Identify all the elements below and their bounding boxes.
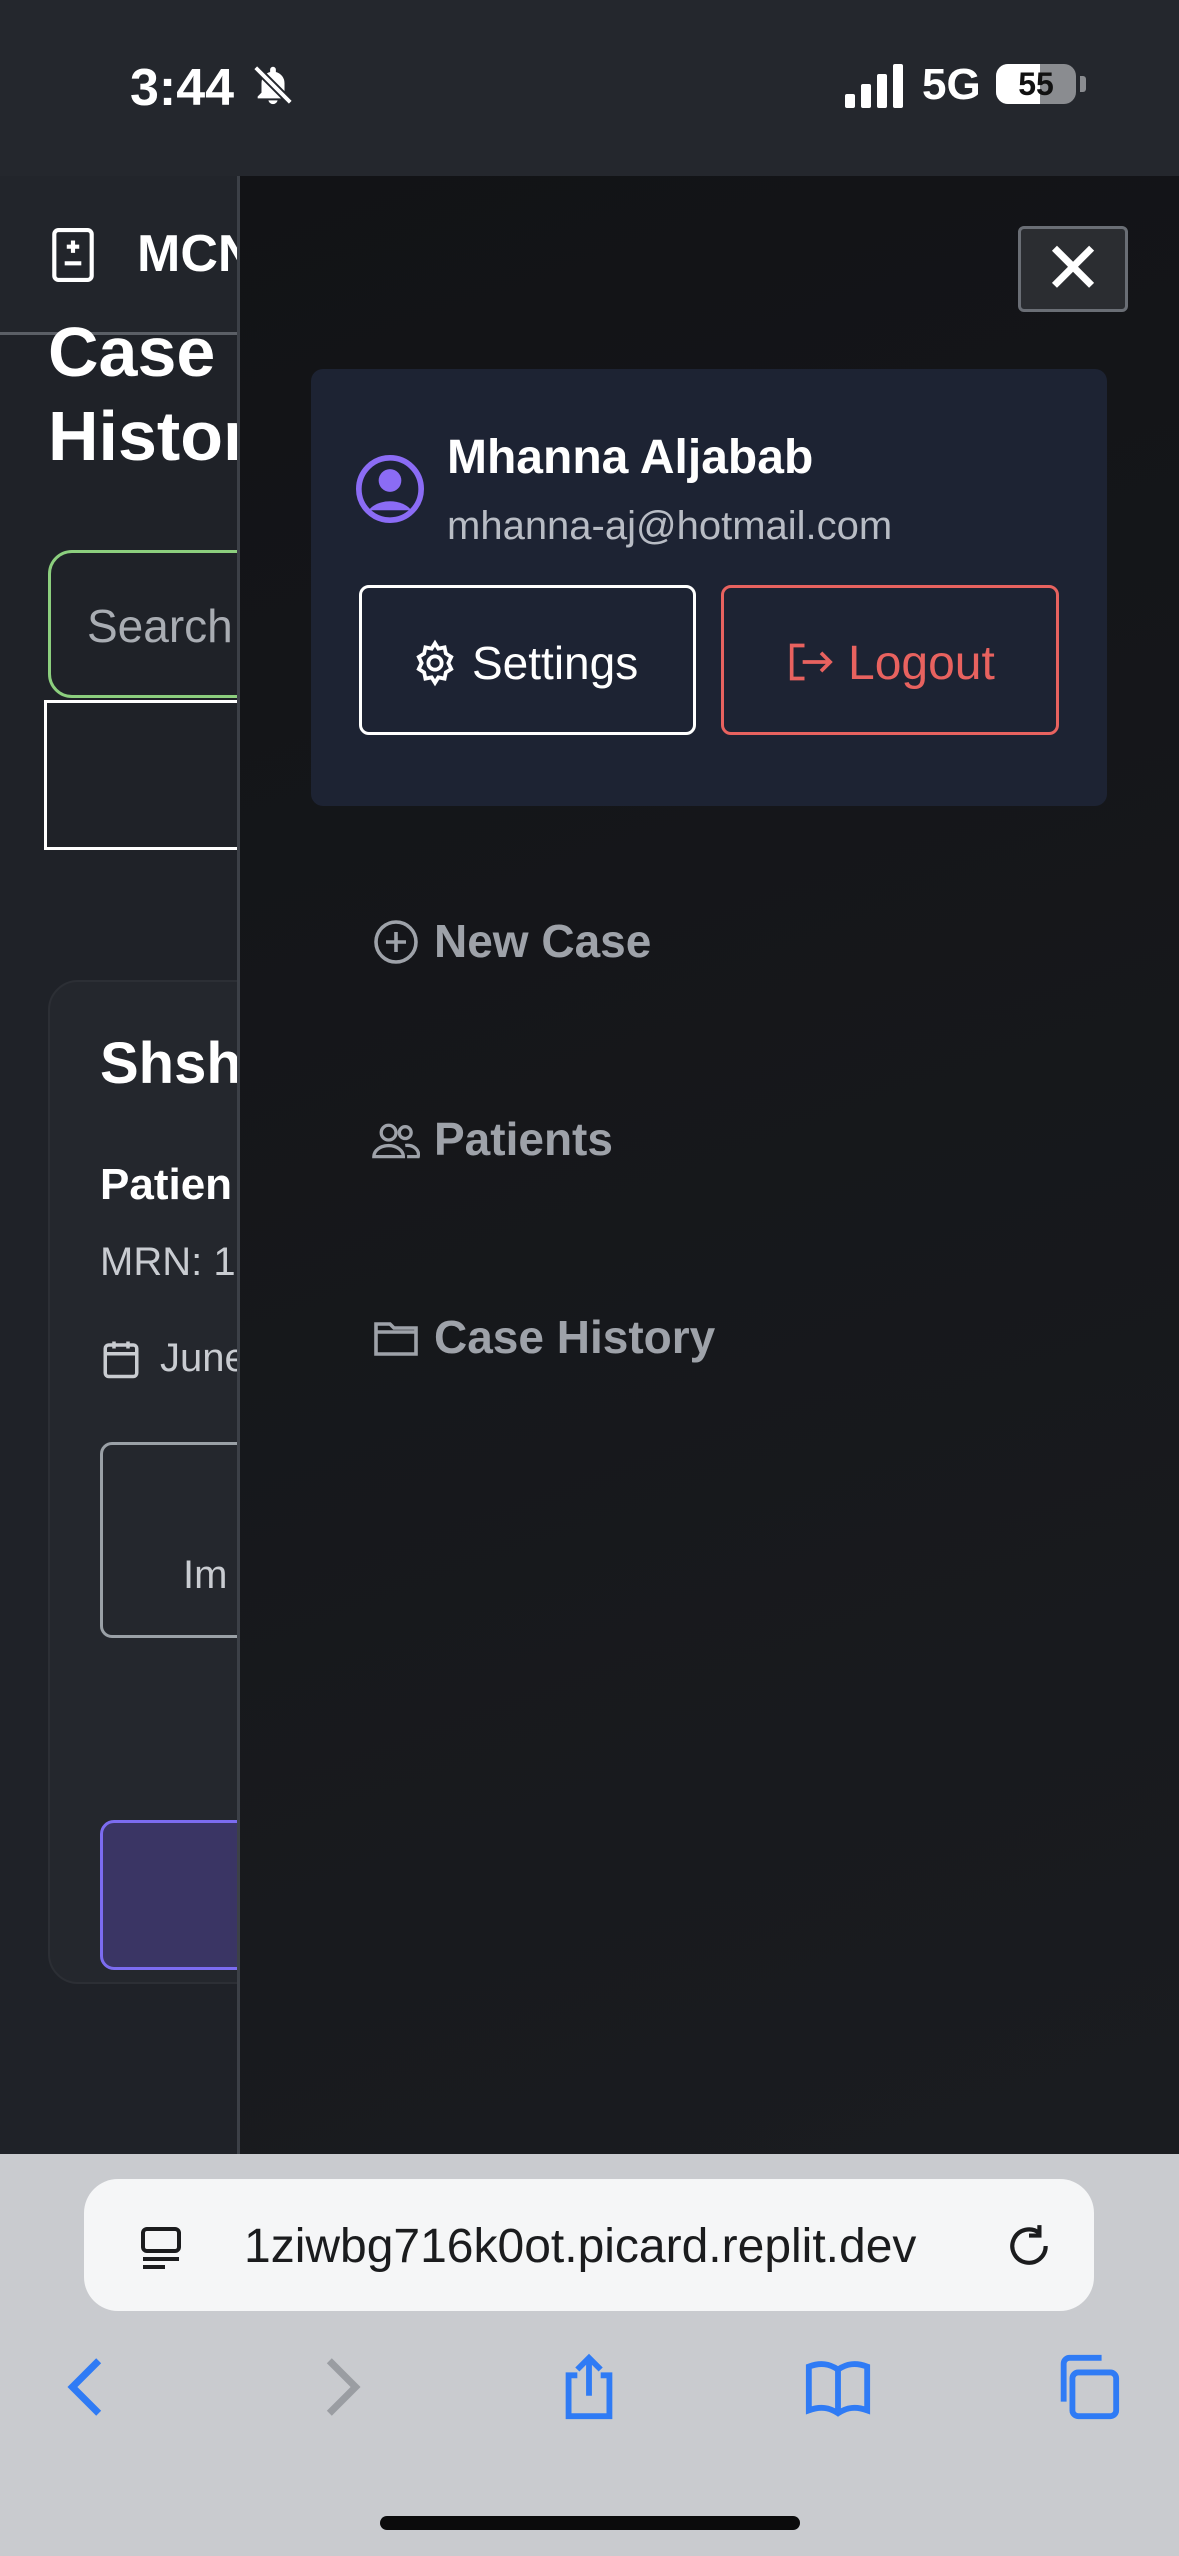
calendar-icon — [103, 1341, 139, 1379]
network-type: 5G — [922, 60, 981, 109]
plus-circle-icon — [374, 920, 418, 964]
back-icon[interactable] — [52, 2352, 122, 2422]
home-indicator — [380, 2516, 800, 2530]
search-placeholder: Search — [87, 600, 233, 652]
settings-label: Settings — [472, 637, 639, 689]
nav-label: Patients — [434, 1113, 613, 1165]
case-image-label: Im — [183, 1553, 228, 1597]
close-button[interactable]: ✕ — [1018, 226, 1128, 312]
forward-icon[interactable] — [306, 2352, 376, 2422]
battery-nub — [1080, 76, 1086, 92]
battery-icon: 55 — [996, 64, 1076, 104]
case-patient-label: Patien — [100, 1160, 233, 1209]
logout-icon — [789, 643, 833, 681]
case-mrn: MRN: 1 — [100, 1240, 236, 1284]
folder-icon — [374, 1322, 418, 1356]
case-date: June — [160, 1336, 247, 1380]
nav-label: New Case — [434, 915, 652, 967]
users-icon — [372, 1123, 420, 1159]
battery-percent: 55 — [1018, 66, 1054, 102]
tabs-icon[interactable] — [1052, 2352, 1122, 2422]
gear-icon — [416, 639, 454, 687]
status-bar: 3:44 5G 55 — [0, 0, 1179, 176]
page-menu-icon[interactable] — [136, 2223, 186, 2271]
case-title: Shsh — [100, 1031, 242, 1096]
user-avatar-icon — [356, 455, 424, 523]
signal-icon — [845, 64, 903, 108]
logout-button[interactable]: Logout — [721, 585, 1059, 735]
status-time: 3:44 — [130, 59, 235, 117]
bell-slash-icon — [253, 65, 293, 105]
url-text[interactable]: 1ziwbg716k0ot.picard.replit.dev — [244, 2219, 916, 2274]
nav-label: Case History — [434, 1311, 716, 1363]
logout-label: Logout — [848, 637, 995, 690]
address-bar[interactable]: 1ziwbg716k0ot.picard.replit.dev — [84, 2179, 1094, 2311]
user-email: mhanna-aj@hotmail.com — [447, 504, 893, 548]
user-name: Mhanna Aljabab — [447, 431, 814, 484]
close-icon: ✕ — [1042, 229, 1104, 309]
settings-button[interactable]: Settings — [359, 585, 696, 735]
bookmarks-icon[interactable] — [803, 2352, 873, 2422]
medical-document-icon — [52, 228, 94, 282]
share-icon[interactable] — [554, 2352, 624, 2422]
reload-icon[interactable] — [1004, 2221, 1054, 2271]
